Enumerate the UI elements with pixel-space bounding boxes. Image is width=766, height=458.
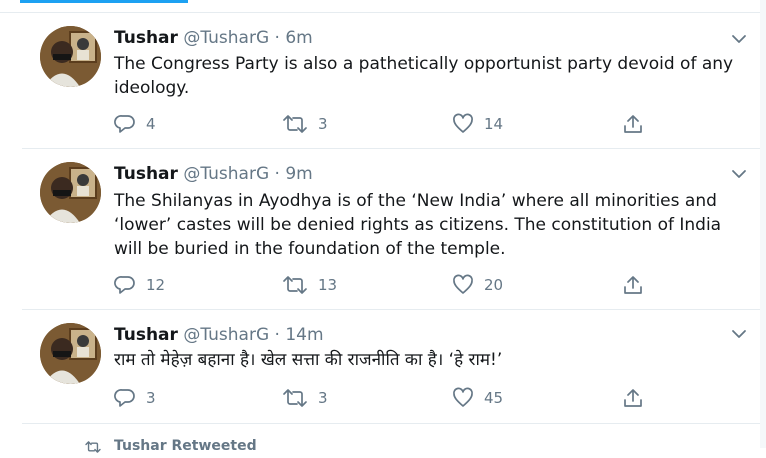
tweet-header: Tushar @TusharG · 6m <box>114 27 313 49</box>
reply-count: 4 <box>146 115 156 133</box>
tweet-text: The Congress Party is also a patheticall… <box>114 54 734 98</box>
timestamp[interactable]: 6m <box>285 28 312 48</box>
share-button[interactable] <box>622 386 644 410</box>
retweet-button[interactable]: 13 <box>282 273 337 297</box>
separator-dot: · <box>274 28 280 48</box>
reply-count: 3 <box>146 389 156 407</box>
avatar[interactable] <box>40 26 101 87</box>
tweet[interactable]: Tushar @TusharG · 14m राम तो मेहेज़ बहान… <box>22 310 766 424</box>
chevron-down-icon[interactable] <box>730 325 748 343</box>
display-name[interactable]: Tushar <box>114 325 178 345</box>
separator-dot: · <box>274 325 280 345</box>
like-button[interactable]: 14 <box>452 112 503 136</box>
retweet-count: 3 <box>318 389 328 407</box>
timestamp[interactable]: 14m <box>285 325 323 345</box>
tweet[interactable]: Tushar @TusharG · 9m The Shilanyas in Ay… <box>22 149 766 310</box>
scrollbar-track[interactable] <box>760 0 766 448</box>
reply-count: 12 <box>146 276 166 294</box>
reply-icon <box>114 274 136 296</box>
like-button[interactable]: 45 <box>452 386 503 410</box>
timeline-feed: Tushar @TusharG · 6m The Congress Party … <box>22 12 766 424</box>
tweet-header: Tushar @TusharG · 14m <box>114 324 324 346</box>
user-handle[interactable]: @TusharG <box>183 164 269 184</box>
retweet-count: 3 <box>318 115 328 133</box>
retweet-icon <box>282 113 308 135</box>
like-button[interactable]: 20 <box>452 273 503 297</box>
tweet[interactable]: Tushar @TusharG · 6m The Congress Party … <box>22 12 766 149</box>
retweet-icon <box>282 274 308 296</box>
tweet-text: The Shilanyas in Ayodhya is of the ‘New … <box>114 191 722 259</box>
tweet-actions: 12 13 20 <box>114 273 654 297</box>
avatar[interactable] <box>40 323 101 384</box>
retweet-icon <box>282 387 308 409</box>
chevron-down-icon[interactable] <box>730 165 748 183</box>
retweeted-label: Tushar Retweeted <box>114 438 257 454</box>
like-count: 45 <box>484 389 504 407</box>
chevron-down-icon[interactable] <box>730 30 748 48</box>
retweeted-by-strip[interactable]: Tushar Retweeted <box>22 436 766 456</box>
retweet-button[interactable]: 3 <box>282 112 328 136</box>
display-name[interactable]: Tushar <box>114 28 178 48</box>
heart-icon <box>452 274 474 296</box>
retweet-button[interactable]: 3 <box>282 386 328 410</box>
timestamp[interactable]: 9m <box>285 164 312 184</box>
avatar[interactable] <box>40 162 101 223</box>
reply-icon <box>114 387 136 409</box>
retweet-count: 13 <box>318 276 338 294</box>
display-name[interactable]: Tushar <box>114 164 178 184</box>
heart-icon <box>452 113 474 135</box>
share-icon <box>622 274 644 296</box>
tweet-text: राम तो मेहेज़ बहाना है। खेल सत्ता की राज… <box>114 350 503 370</box>
retweet-icon <box>84 439 102 458</box>
active-tab-indicator <box>20 0 188 3</box>
like-count: 20 <box>484 276 504 294</box>
like-count: 14 <box>484 115 504 133</box>
reply-button[interactable]: 12 <box>114 273 165 297</box>
share-button[interactable] <box>622 273 644 297</box>
share-icon <box>622 113 644 135</box>
reply-button[interactable]: 4 <box>114 112 156 136</box>
tweet-actions: 3 3 45 <box>114 386 654 410</box>
share-icon <box>622 387 644 409</box>
tweet-actions: 4 3 14 <box>114 112 654 136</box>
tweet-header: Tushar @TusharG · 9m <box>114 163 313 185</box>
separator-dot: · <box>274 164 280 184</box>
reply-icon <box>114 113 136 135</box>
heart-icon <box>452 387 474 409</box>
user-handle[interactable]: @TusharG <box>183 28 269 48</box>
reply-button[interactable]: 3 <box>114 386 156 410</box>
share-button[interactable] <box>622 112 644 136</box>
user-handle[interactable]: @TusharG <box>183 325 269 345</box>
